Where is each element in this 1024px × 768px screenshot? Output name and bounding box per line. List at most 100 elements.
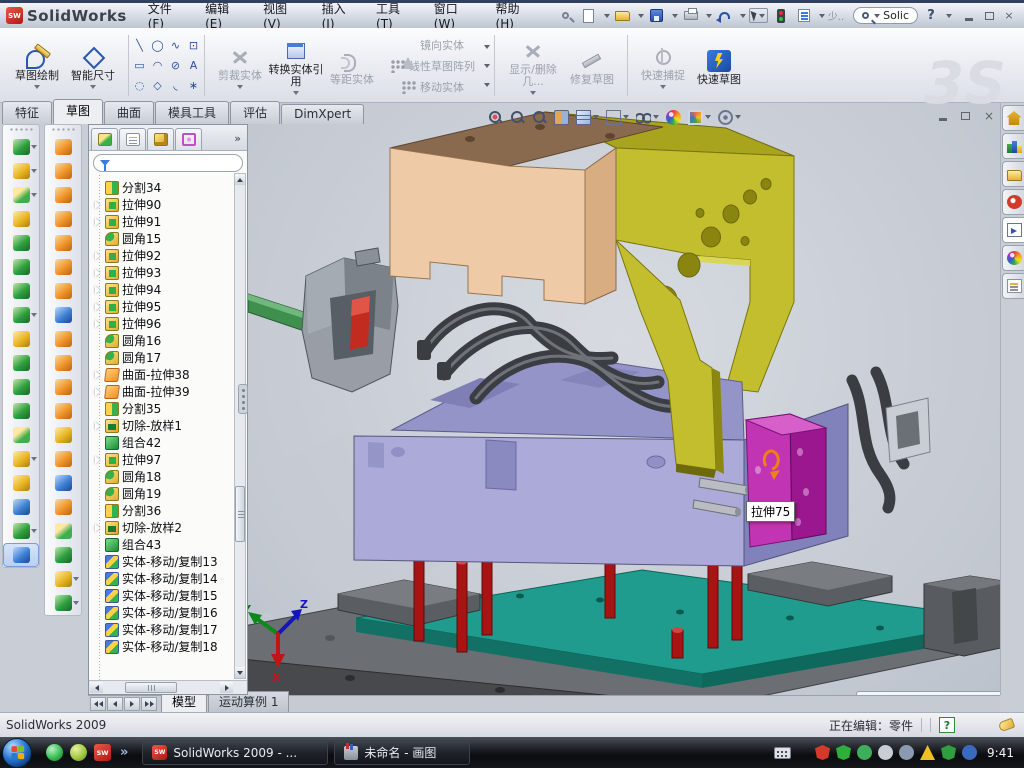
save-button[interactable] [647,7,667,25]
input-method-keyboard-icon[interactable] [774,747,791,759]
expand-arrow-icon[interactable] [94,558,102,566]
filled-surface-icon[interactable] [45,255,81,279]
next-tab-button[interactable] [124,697,140,711]
previous-tab-button[interactable] [107,697,123,711]
tree-item[interactable]: 圆角16 [93,332,247,349]
scroll-thumb[interactable] [235,486,245,542]
expand-arrow-icon[interactable] [94,524,102,532]
dome-icon[interactable] [45,543,81,567]
tree-item[interactable]: 实体-移动/复制15 [93,587,247,604]
expand-arrow-icon[interactable] [94,592,102,600]
zoom-area-icon[interactable] [508,107,527,127]
tree-item[interactable]: 拉伸92 [93,247,247,264]
network-icon[interactable] [899,745,914,760]
tree-horizontal-scrollbar[interactable] [89,680,247,694]
expand-arrow-icon[interactable] [94,439,102,447]
propertymanager-tab[interactable] [119,128,146,150]
intersect-icon[interactable] [3,375,39,399]
ribbon-tab[interactable]: 特征 [2,101,52,124]
sketch-entity-button[interactable]: ◠ [149,56,166,75]
solidworks-search-tab[interactable] [1002,189,1024,215]
3d-model-view[interactable]: Y Z X [248,103,1000,695]
curves-icon[interactable] [3,519,39,543]
quick-launch-solidworks-icon[interactable]: SW [94,744,111,761]
rebuild-button[interactable] [771,7,791,25]
help-button[interactable]: ? [921,7,941,25]
tree-item[interactable]: 实体-移动/复制14 [93,570,247,587]
knit-surface-icon[interactable] [45,471,81,495]
last-tab-button[interactable] [141,697,157,711]
design-library-tab[interactable] [1002,133,1024,159]
antivirus-shield-icon[interactable] [815,745,830,760]
replace-face-icon[interactable] [45,399,81,423]
tree-item[interactable]: 拉伸93 [93,264,247,281]
tree-item[interactable]: 切除-放样1 [93,417,247,434]
linear-sketch-pattern-button[interactable]: 线性草图阵列 [390,57,475,75]
expand-arrow-icon[interactable] [94,269,102,277]
swept-boss-icon[interactable] [3,207,39,231]
dimxpertmanager-tab[interactable] [175,128,202,150]
configurationmanager-tab[interactable] [147,128,174,150]
pin-toolbar-button[interactable] [556,7,576,25]
fillet-icon[interactable] [3,183,39,207]
display-style-icon[interactable] [604,107,631,127]
tree-item[interactable]: 分割35 [93,400,247,417]
swept-surface-icon[interactable] [45,183,81,207]
status-help-button[interactable]: ? [939,717,955,733]
sketch-button[interactable]: 草图绘制 [9,42,65,89]
extruded-boss-icon[interactable] [3,135,39,159]
surface-reference-geometry-icon[interactable] [45,567,81,591]
ribbon-tab[interactable]: 草图 [53,99,103,124]
section-view-icon[interactable] [552,107,571,127]
tree-item[interactable]: 组合43 [93,536,247,553]
ribbon-tab[interactable]: 评估 [230,101,280,124]
rapid-sketch-button[interactable]: 快速草图 [691,46,747,86]
hscroll-thumb[interactable] [125,682,177,693]
expand-arrow-icon[interactable] [94,286,102,294]
view-settings-icon[interactable] [716,107,743,127]
custom-properties-tab[interactable] [1002,273,1024,299]
sketch-entity-button[interactable]: A [185,56,202,75]
join-icon[interactable] [3,399,39,423]
scroll-down-arrow[interactable] [235,667,245,678]
expand-arrow-icon[interactable] [94,507,102,515]
expand-arrow-icon[interactable] [94,337,102,345]
expand-arrow-icon[interactable] [94,609,102,617]
volume-icon[interactable] [878,745,893,760]
file-explorer-tab[interactable] [1002,161,1024,187]
expand-arrow-icon[interactable] [94,541,102,549]
sketch-entity-button[interactable]: ╲ [131,36,148,55]
start-button[interactable] [2,738,32,768]
tree-item[interactable]: 切除-放样2 [93,519,247,536]
open-file-button[interactable] [613,7,633,25]
print-button[interactable] [681,7,701,25]
delete-face-icon[interactable] [45,375,81,399]
ribbon-tab[interactable]: 模具工具 [155,101,229,124]
sketch-entity-button[interactable]: ◟ [167,76,184,95]
untrim-surface-icon[interactable] [45,447,81,471]
reference-geometry-icon[interactable] [3,447,39,471]
thicken-icon[interactable] [45,495,81,519]
tree-item[interactable]: 拉伸94 [93,281,247,298]
expand-arrow-icon[interactable] [94,405,102,413]
revolved-surface-icon[interactable] [45,159,81,183]
tree-item[interactable]: 实体-移动/复制17 [93,621,247,638]
task-button-solidworks[interactable]: SW SolidWorks 2009 - ... [142,741,328,765]
display-delete-relations-button[interactable]: 显示/删除几... [502,36,564,95]
ruled-surface-icon[interactable] [45,327,81,351]
search-input[interactable]: Solic [883,9,909,22]
tree-item[interactable]: 实体-移动/复制18 [93,638,247,655]
blocked-icon[interactable] [962,745,977,760]
doc-restore-button[interactable] [961,109,970,123]
view-palette-tab[interactable] [1002,217,1024,243]
offset-surface-icon[interactable] [45,303,81,327]
search-box[interactable]: Solic [853,7,918,24]
security-lightning-icon[interactable] [836,745,851,760]
sketch-entity-button[interactable]: ∿ [167,36,184,55]
mirror-entities-button[interactable]: 镜向实体 [401,36,464,54]
new-file-button[interactable] [579,7,599,25]
expand-arrow-icon[interactable] [94,235,102,243]
sketch-entity-button[interactable]: ∗ [185,76,202,95]
tree-item[interactable]: 圆角17 [93,349,247,366]
quick-launch-tool-icon[interactable] [70,744,87,761]
